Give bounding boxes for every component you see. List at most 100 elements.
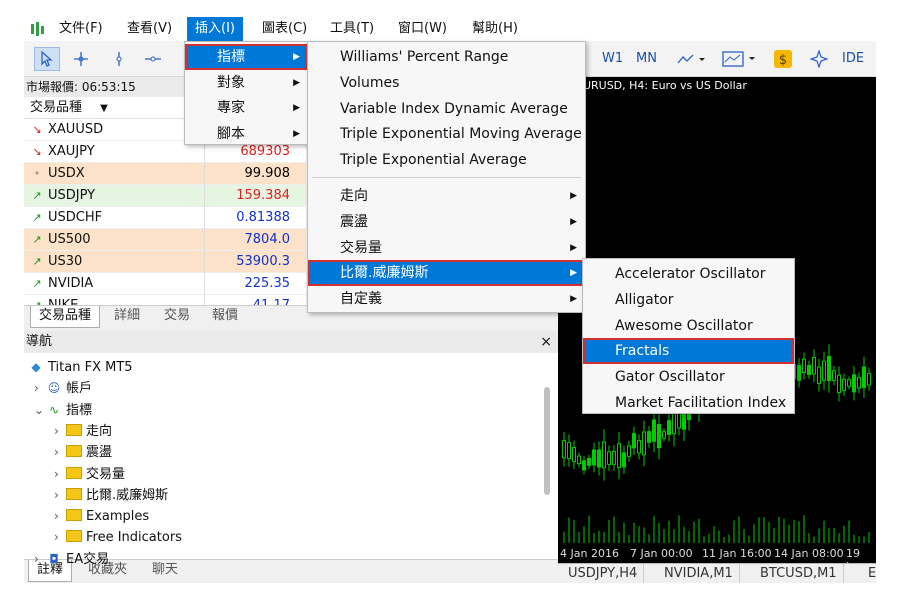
- indicators-menu-item[interactable]: 自定義 ▶: [308, 286, 585, 312]
- market-row[interactable]: • USDX 99.908: [24, 163, 306, 185]
- menu-file[interactable]: 文件(F): [51, 17, 111, 41]
- indicators-menu-item[interactable]: 比爾.威廉姆斯 ▶: [308, 260, 585, 287]
- app-logo-icon: [31, 22, 44, 36]
- menu-item-label: 指標: [217, 49, 245, 65]
- nav-tree-label: 比爾.威廉姆斯: [86, 487, 169, 503]
- nav-tree-label: Titan FX MT5: [48, 360, 133, 375]
- chart-type-dropdown-icon[interactable]: [674, 47, 710, 71]
- insert-menu-item[interactable]: 指標 ▶: [185, 44, 308, 70]
- folder-icon: [66, 423, 82, 436]
- menu-item-label: Triple Exponential Average: [340, 152, 527, 169]
- market-row[interactable]: ↗ US500 7804.0: [24, 229, 306, 251]
- symbol-price: 7804.0: [244, 232, 291, 247]
- tab-trading[interactable]: 交易: [156, 306, 198, 328]
- symbol-name: XAUJPY: [48, 144, 95, 159]
- nav-tree-item[interactable]: ◆ Titan FX MT5: [28, 357, 133, 378]
- expand-chevron-icon[interactable]: ›: [54, 485, 66, 506]
- indicators-menu-item[interactable]: 交易量 ▶: [308, 235, 585, 261]
- crosshair-tool-icon[interactable]: [68, 47, 94, 71]
- insert-menu-item[interactable]: 專家 ▶: [185, 95, 308, 121]
- expand-chevron-icon[interactable]: ›: [54, 464, 66, 485]
- dollar-icon[interactable]: $: [770, 47, 796, 71]
- bill-williams-menu-item[interactable]: Accelerator Oscillator: [583, 261, 794, 287]
- vertical-line-tool-icon[interactable]: [106, 47, 132, 71]
- nav-tree-item[interactable]: › Free Indicators: [54, 527, 182, 548]
- indicators-menu-item[interactable]: Williams' Percent Range: [308, 44, 585, 70]
- insert-menu-item[interactable]: 腳本 ▶: [185, 121, 308, 147]
- menu-insert[interactable]: 插入(I): [187, 17, 243, 41]
- indicators-menu-item[interactable]: 震盪 ▶: [308, 209, 585, 235]
- indicators-menu-item[interactable]: Variable Index Dynamic Average: [308, 96, 585, 122]
- cursor-tool-icon[interactable]: [34, 47, 60, 71]
- sparkle-icon[interactable]: [806, 47, 832, 71]
- indicators-menu-item[interactable]: Volumes: [308, 70, 585, 96]
- expand-chevron-icon[interactable]: ›: [54, 506, 66, 527]
- market-row[interactable]: ↗ US30 53900.3: [24, 251, 306, 273]
- menu-view[interactable]: 查看(V): [119, 17, 180, 41]
- bill-williams-menu-item[interactable]: Alligator: [583, 287, 794, 313]
- candle-body: [832, 370, 836, 381]
- nav-tree-item[interactable]: › ◘ EA交易: [34, 549, 109, 570]
- market-row[interactable]: ↗ NVIDIA 225.35: [24, 273, 306, 295]
- expand-chevron-icon[interactable]: ›: [34, 549, 46, 570]
- menu-item-label: 比爾.威廉姆斯: [340, 265, 429, 282]
- insert-dropdown-menu: 指標 ▶ 對象 ▶ 專家 ▶ 腳本 ▶: [184, 41, 309, 145]
- folder-icon: [66, 445, 82, 458]
- tab-details[interactable]: 詳細: [106, 306, 148, 328]
- horizontal-line-tool-icon[interactable]: [140, 47, 166, 71]
- symbol-name: USDCHF: [48, 210, 103, 225]
- symbol-name: USDJPY: [48, 188, 96, 203]
- indicators-menu-item[interactable]: Triple Exponential Moving Average: [308, 121, 585, 147]
- direction-up-icon: ↗: [32, 189, 42, 202]
- expand-chevron-icon[interactable]: ›: [54, 442, 66, 463]
- candle-body: [647, 431, 651, 443]
- bill-williams-menu-item[interactable]: Awesome Oscillator: [583, 313, 794, 339]
- ide-button[interactable]: IDE: [842, 51, 864, 66]
- nav-tree-item[interactable]: › 比爾.威廉姆斯: [54, 485, 168, 506]
- menu-tools[interactable]: 工具(T): [322, 17, 382, 41]
- candle-body: [612, 450, 616, 465]
- market-row[interactable]: ↗ USDJPY 159.384: [24, 185, 306, 207]
- navigator-scrollbar[interactable]: [544, 387, 550, 495]
- nav-tree-item[interactable]: ⌄ ∿ 指標: [34, 400, 92, 421]
- bill-williams-menu-item[interactable]: Market Facilitation Index: [583, 390, 794, 416]
- tab-ticks[interactable]: 報價: [204, 306, 246, 328]
- timeframe-w1-button[interactable]: W1: [602, 51, 623, 66]
- menu-window[interactable]: 窗口(W): [390, 17, 455, 41]
- indicators-menu-item[interactable]: Triple Exponential Average: [308, 147, 585, 173]
- navigator-title: 導航: [26, 334, 53, 349]
- expand-chevron-icon[interactable]: ›: [34, 378, 46, 399]
- candle-body: [627, 445, 631, 457]
- symbol-price: 99.908: [244, 166, 291, 181]
- timeframe-mn-button[interactable]: MN: [636, 51, 657, 66]
- expand-chevron-icon[interactable]: ›: [54, 421, 66, 442]
- nav-tree-label: EA交易: [66, 551, 110, 567]
- bill-williams-menu-item[interactable]: Fractals: [583, 338, 794, 365]
- insert-menu-item[interactable]: 對象 ▶: [185, 70, 308, 96]
- indicators-menu-item[interactable]: 走向 ▶: [308, 183, 585, 209]
- nav-tree-item[interactable]: › 震盪: [54, 442, 112, 463]
- nav-tree-item[interactable]: › ☺ 帳戶: [34, 378, 92, 399]
- bill-williams-menu-item[interactable]: Gator Oscillator: [583, 364, 794, 390]
- candle-body: [642, 431, 646, 456]
- tab-symbols[interactable]: 交易品種: [30, 306, 101, 328]
- nav-tree-item[interactable]: › 走向: [54, 421, 112, 442]
- nav-tree-label: 走向: [86, 423, 113, 439]
- nav-tree-item[interactable]: › Examples: [54, 506, 149, 527]
- expand-chevron-icon[interactable]: ›: [54, 527, 66, 548]
- sort-arrow-icon[interactable]: ▼: [100, 103, 108, 114]
- menu-separator: [312, 177, 581, 178]
- market-row[interactable]: ↗ USDCHF 0.81388: [24, 207, 306, 229]
- nav-tree-item[interactable]: › 交易量: [54, 464, 125, 485]
- menu-charts[interactable]: 圖表(C): [254, 17, 315, 41]
- chart-tab[interactable]: BTCUSD,M1: [754, 564, 844, 583]
- indicator-dropdown-icon[interactable]: [720, 47, 760, 71]
- chart-tab[interactable]: USDJPY,H4: [562, 564, 645, 583]
- expand-chevron-icon[interactable]: ⌄: [34, 400, 46, 421]
- close-icon[interactable]: ×: [540, 331, 552, 353]
- chart-tab[interactable]: NVIDIA,M1: [658, 564, 740, 583]
- candle-body: [562, 440, 566, 459]
- chart-tab[interactable]: E: [862, 564, 876, 583]
- tab-chat[interactable]: 聊天: [144, 560, 186, 582]
- menu-help[interactable]: 幫助(H): [464, 17, 526, 41]
